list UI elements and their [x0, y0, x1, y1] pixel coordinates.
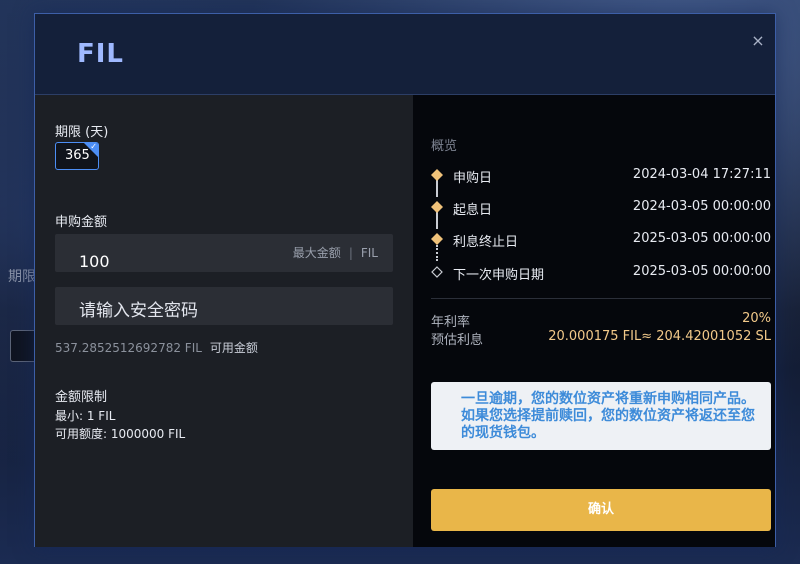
balance-value: 537.2852512692782 FIL	[55, 341, 202, 355]
est-interest-value: 20.000175 FIL≈ 204.42001052 SL	[548, 329, 771, 344]
annual-rate-row: 年利率 20%	[431, 311, 771, 330]
timeline-label: 利息终止日	[453, 235, 519, 250]
close-icon[interactable]: ×	[749, 32, 767, 50]
amount-limits: 金额限制 最小: 1 FIL 可用额度: 1000000 FIL	[55, 389, 185, 443]
timeline-label: 下一次申购日期	[453, 268, 545, 283]
diamond-outline-icon	[431, 266, 443, 278]
amount-input[interactable]: 100 最大金额 | FIL	[55, 234, 393, 272]
limit-title: 金额限制	[55, 390, 108, 405]
period-option-365[interactable]: 365 ✓	[55, 142, 99, 170]
amount-suffix: 最大金额 | FIL	[293, 244, 378, 261]
timeline-item: 利息终止日 2025-03-05 00:00:00	[431, 229, 771, 250]
checkmark-icon: ✓	[90, 142, 97, 151]
max-amount-button[interactable]: 最大金额	[293, 246, 341, 260]
amount-unit: FIL	[360, 246, 378, 260]
diamond-filled-icon	[431, 201, 443, 213]
limit-min: 最小: 1 FIL	[55, 409, 116, 423]
timeline-label: 申购日	[453, 171, 493, 186]
available-balance: 537.2852512692782 FIL 可用金额	[55, 339, 258, 356]
notice-text: 一旦逾期，您的数位资产将重新申购相同产品。如果您选择提前赎回，您的数位资产将返还…	[461, 391, 755, 441]
subscription-form: 期限 (天) 365 ✓ 申购金额 100 最大金额 | FIL 请输入安全密码 5…	[35, 95, 413, 547]
annual-rate-label: 年利率	[431, 315, 471, 330]
subscribe-modal: FIL × 期限 (天) 365 ✓ 申购金额 100 最大金额 | FIL 请输入…	[34, 13, 776, 547]
overview-title: 概览	[431, 139, 458, 154]
password-placeholder: 请输入安全密码	[79, 301, 198, 321]
modal-header: FIL ×	[35, 14, 775, 95]
divider	[431, 298, 771, 299]
annual-rate-value: 20%	[742, 311, 771, 326]
amount-label: 申购金额	[55, 215, 108, 230]
diamond-filled-icon	[431, 233, 443, 245]
est-interest-label: 预估利息	[431, 333, 484, 348]
est-interest-row: 预估利息 20.000175 FIL≈ 204.42001052 SL	[431, 329, 771, 348]
timeline-label: 起息日	[453, 203, 493, 218]
modal-title: FIL	[77, 39, 125, 69]
timeline-item: 申购日 2024-03-04 17:27:11	[431, 165, 771, 186]
limit-available: 可用额度: 1000000 FIL	[55, 427, 186, 441]
overview-panel: 概览 申购日 2024-03-04 17:27:11 起息日 2024-03-0…	[413, 95, 775, 547]
backdrop-text: 期限	[8, 269, 36, 285]
confirm-button[interactable]: 确认	[431, 489, 771, 531]
suffix-separator: |	[348, 246, 353, 260]
timeline-value: 2024-03-04 17:27:11	[632, 167, 771, 182]
notice-box: 一旦逾期，您的数位资产将重新申购相同产品。如果您选择提前赎回，您的数位资产将返还…	[431, 382, 771, 450]
security-password-input[interactable]: 请输入安全密码	[55, 287, 393, 325]
amount-value: 100	[79, 252, 110, 271]
backdrop-input	[10, 330, 37, 362]
timeline-value: 2025-03-05 00:00:00	[632, 264, 771, 279]
diamond-filled-icon	[431, 169, 443, 181]
timeline-item: 下一次申购日期 2025-03-05 00:00:00	[431, 262, 771, 283]
timeline-value: 2024-03-05 00:00:00	[632, 199, 771, 214]
timeline-item: 起息日 2024-03-05 00:00:00	[431, 197, 771, 218]
period-label: 期限 (天)	[55, 125, 109, 140]
balance-label: 可用金额	[209, 341, 258, 355]
timeline-value: 2025-03-05 00:00:00	[632, 231, 771, 246]
